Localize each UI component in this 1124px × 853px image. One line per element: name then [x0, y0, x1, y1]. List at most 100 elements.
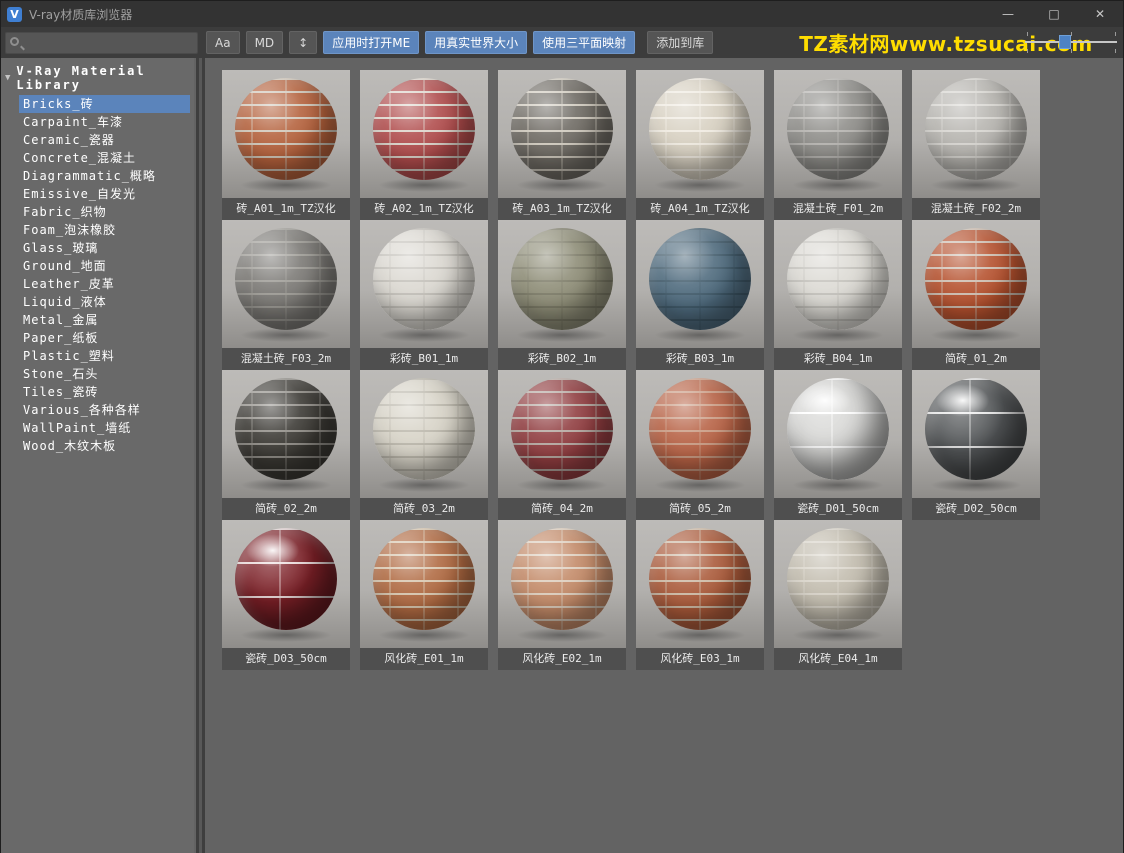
- sphere-shadow: [378, 178, 470, 192]
- material-label: 彩砖_B02_1m: [498, 348, 626, 370]
- material-tile[interactable]: 简砖_02_2m: [222, 370, 350, 520]
- sidebar-category-item[interactable]: Liquid_液体: [1, 293, 194, 311]
- material-tile[interactable]: 彩砖_B03_1m: [636, 220, 764, 370]
- material-sphere: [649, 228, 751, 330]
- sidebar-category-item[interactable]: Ground_地面: [1, 257, 194, 275]
- sphere-shadow: [792, 478, 884, 492]
- sidebar-category-item[interactable]: Foam_泡沫橡胶: [1, 221, 194, 239]
- sidebar-splitter[interactable]: [194, 58, 206, 853]
- sidebar-category-item[interactable]: Various_各种各样: [1, 401, 194, 419]
- material-label: 简砖_05_2m: [636, 498, 764, 520]
- sphere-shadow: [930, 178, 1022, 192]
- md-filter-button[interactable]: MD: [245, 31, 284, 54]
- open-me-on-apply-button[interactable]: 应用时打开ME: [323, 31, 420, 54]
- material-tile[interactable]: 风化砖_E02_1m: [498, 520, 626, 670]
- sidebar-category-item[interactable]: Leather_皮革: [1, 275, 194, 293]
- material-sphere: [373, 228, 475, 330]
- sphere-shadow: [654, 628, 746, 642]
- material-preview: [360, 70, 488, 198]
- sidebar-category-item[interactable]: Fabric_织物: [1, 203, 194, 221]
- minimize-button[interactable]: —: [985, 1, 1031, 27]
- match-case-button[interactable]: Aa: [206, 31, 240, 54]
- material-tile[interactable]: 瓷砖_D02_50cm: [912, 370, 1040, 520]
- material-tile[interactable]: 砖_A03_1m_TZ汉化: [498, 70, 626, 220]
- add-to-library-button[interactable]: 添加到库: [647, 31, 714, 54]
- material-preview: [912, 370, 1040, 498]
- close-button[interactable]: ✕: [1077, 1, 1123, 27]
- material-preview: [498, 220, 626, 348]
- real-world-size-button[interactable]: 用真实世界大小: [425, 31, 528, 54]
- sidebar-category-item[interactable]: Metal_金属: [1, 311, 194, 329]
- collapse-arrow-icon[interactable]: ▼: [5, 73, 12, 83]
- material-label: 彩砖_B01_1m: [360, 348, 488, 370]
- material-tile[interactable]: 砖_A04_1m_TZ汉化: [636, 70, 764, 220]
- toolbar: Aa MD ↕ 应用时打开ME 用真实世界大小 使用三平面映射 添加到库 TZ素材网www.…: [1, 27, 1123, 58]
- material-sphere: [787, 228, 889, 330]
- material-sphere: [511, 78, 613, 180]
- material-tile[interactable]: 彩砖_B02_1m: [498, 220, 626, 370]
- slider-tick: [1026, 49, 1028, 53]
- tree-root[interactable]: ▼ V-Ray Material Library: [1, 62, 194, 95]
- material-preview: [360, 370, 488, 498]
- material-label: 砖_A02_1m_TZ汉化: [360, 198, 488, 220]
- triplanar-mapping-button[interactable]: 使用三平面映射: [533, 31, 636, 54]
- thumbnail-size-slider[interactable]: [1025, 32, 1117, 53]
- sidebar-category-item[interactable]: Diagrammatic_概略: [1, 167, 194, 185]
- material-tile[interactable]: 砖_A01_1m_TZ汉化: [222, 70, 350, 220]
- material-tile[interactable]: 混凝土砖_F03_2m: [222, 220, 350, 370]
- sidebar-category-item[interactable]: Glass_玻璃: [1, 239, 194, 257]
- material-tile[interactable]: 混凝土砖_F02_2m: [912, 70, 1040, 220]
- sphere-shadow: [240, 328, 332, 342]
- sidebar-category-item[interactable]: Bricks_砖: [19, 95, 190, 113]
- material-tile[interactable]: 瓷砖_D01_50cm: [774, 370, 902, 520]
- sidebar-category-item[interactable]: WallPaint_墙纸: [1, 419, 194, 437]
- sphere-shadow: [930, 328, 1022, 342]
- material-sphere: [511, 228, 613, 330]
- material-label: 彩砖_B04_1m: [774, 348, 902, 370]
- material-label: 简砖_01_2m: [912, 348, 1040, 370]
- material-sphere: [787, 378, 889, 480]
- material-preview: [912, 70, 1040, 198]
- material-label: 简砖_03_2m: [360, 498, 488, 520]
- material-tile[interactable]: 简砖_01_2m: [912, 220, 1040, 370]
- sidebar-category-item[interactable]: Plastic_塑料: [1, 347, 194, 365]
- material-tile[interactable]: 风化砖_E04_1m: [774, 520, 902, 670]
- toolbar-buttons: Aa MD ↕ 应用时打开ME 用真实世界大小 使用三平面映射 添加到库: [206, 31, 714, 54]
- sidebar-category-item[interactable]: Stone_石头: [1, 365, 194, 383]
- material-tile[interactable]: 彩砖_B01_1m: [360, 220, 488, 370]
- sidebar-category-item[interactable]: Concrete_混凝土: [1, 149, 194, 167]
- material-tile[interactable]: 简砖_05_2m: [636, 370, 764, 520]
- material-sphere: [925, 228, 1027, 330]
- search-input[interactable]: [5, 31, 198, 54]
- sidebar-category-item[interactable]: Tiles_瓷砖: [1, 383, 194, 401]
- material-tile[interactable]: 风化砖_E03_1m: [636, 520, 764, 670]
- sphere-shadow: [930, 478, 1022, 492]
- material-tile[interactable]: 混凝土砖_F01_2m: [774, 70, 902, 220]
- material-label: 风化砖_E04_1m: [774, 648, 902, 670]
- material-preview: [774, 370, 902, 498]
- sidebar-category-item[interactable]: Paper_纸板: [1, 329, 194, 347]
- sidebar-category-item[interactable]: Wood_木纹木板: [1, 437, 194, 455]
- maximize-button[interactable]: □: [1031, 1, 1077, 27]
- sphere-shadow: [792, 628, 884, 642]
- sphere-shadow: [516, 478, 608, 492]
- material-label: 瓷砖_D01_50cm: [774, 498, 902, 520]
- slider-handle[interactable]: [1059, 35, 1072, 49]
- material-tile[interactable]: 风化砖_E01_1m: [360, 520, 488, 670]
- material-tile[interactable]: 简砖_04_2m: [498, 370, 626, 520]
- material-tile[interactable]: 砖_A02_1m_TZ汉化: [360, 70, 488, 220]
- sphere-shadow: [240, 478, 332, 492]
- sphere-shadow: [378, 628, 470, 642]
- material-tile[interactable]: 瓷砖_D03_50cm: [222, 520, 350, 670]
- sidebar-category-item[interactable]: Ceramic_瓷器: [1, 131, 194, 149]
- sidebar-category-item[interactable]: Carpaint_车漆: [1, 113, 194, 131]
- vray-material-browser-window: V V-ray材质库浏览器 — □ ✕ Aa MD ↕ 应用时打开ME 用真实世界大小使…: [0, 0, 1124, 853]
- material-sphere: [235, 528, 337, 630]
- material-sphere: [787, 78, 889, 180]
- material-tile[interactable]: 简砖_03_2m: [360, 370, 488, 520]
- material-preview: [222, 70, 350, 198]
- sidebar-category-item[interactable]: Emissive_自发光: [1, 185, 194, 203]
- material-label: 瓷砖_D02_50cm: [912, 498, 1040, 520]
- material-tile[interactable]: 彩砖_B04_1m: [774, 220, 902, 370]
- sort-direction-button[interactable]: ↕: [289, 31, 318, 54]
